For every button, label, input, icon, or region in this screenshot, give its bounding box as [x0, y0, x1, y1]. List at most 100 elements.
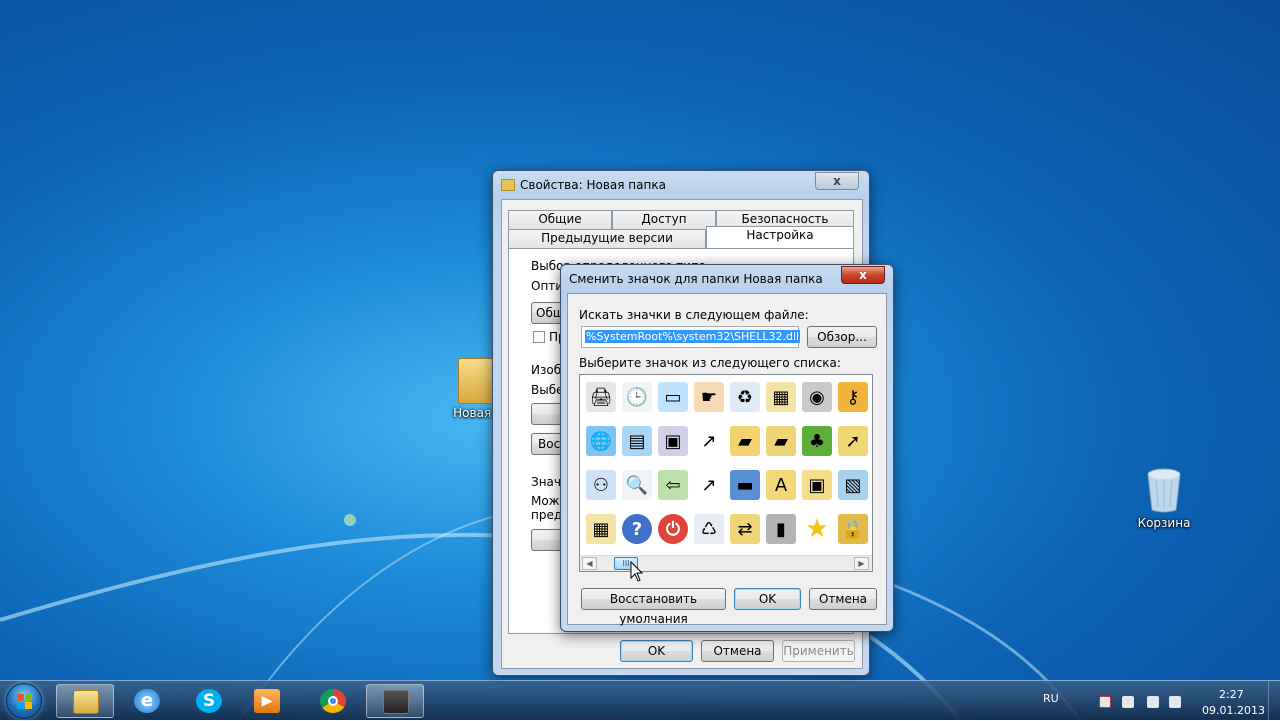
control-panel-icon: ▤: [622, 426, 652, 456]
taskbar: e S ▶ RU 2:27 09.01.2013: [0, 680, 1280, 721]
browse-button[interactable]: Обзор...: [807, 326, 877, 348]
folder-open-icon: ▰: [730, 426, 760, 456]
recycle-bin-shortcut[interactable]: Корзина: [1126, 466, 1202, 530]
icon-choice[interactable]: ▮: [763, 511, 799, 547]
icon-choice[interactable]: ♣: [799, 423, 835, 459]
taskbar-explorer[interactable]: [56, 684, 114, 718]
printer-icon: 🖨: [586, 382, 616, 412]
tab-customize[interactable]: Настройка: [706, 226, 854, 248]
icon-choice[interactable]: ☛: [691, 379, 727, 415]
start-button[interactable]: [6, 683, 42, 719]
properties-titlebar[interactable]: Свойства: Новая папка x: [493, 171, 869, 199]
recycle-bin-icon: [1147, 468, 1181, 513]
icon-choice[interactable]: ⇦: [655, 467, 691, 503]
ok-button[interactable]: OK: [734, 588, 801, 610]
apply-button[interactable]: Применить: [782, 640, 855, 662]
icon-choice[interactable]: ♺: [691, 511, 727, 547]
horizontal-scrollbar[interactable]: ◀ III ▶: [580, 555, 872, 571]
taskbar-hypercam[interactable]: [366, 684, 424, 718]
icon-choice[interactable]: 🔍: [619, 467, 655, 503]
cancel-button[interactable]: Отмена: [809, 588, 877, 610]
shortcut-overlay-icon: ↗: [694, 470, 724, 500]
tab-sharing[interactable]: Доступ: [612, 210, 716, 229]
icon-choice[interactable]: ▦: [763, 379, 799, 415]
explorer-icon: [73, 690, 99, 714]
icon-list[interactable]: 🖨 🕒 ▭ ☛ ♻ ▦ ◉ ⚷ 🌐 ▤ ▣ ↗ ▰ ▰ ♣ ➚ ⚇ 🔍 ⇦ ↗ ▬ A ▣ ▧ ▦? ⏻ ♺ ⇄ ▮ ★ 🔒 ◀ III ▶: [579, 374, 873, 572]
grid-folder-icon: ▦: [586, 514, 616, 544]
dialog-titlebar[interactable]: Сменить значок для папки Новая папка x: [561, 265, 893, 293]
help-icon: ?: [622, 514, 652, 544]
clock-date[interactable]: 09.01.2013: [1202, 704, 1265, 717]
icon-choice[interactable]: ◉: [799, 379, 835, 415]
show-desktop-button[interactable]: [1268, 681, 1280, 721]
icon-choice[interactable]: ▬: [727, 467, 763, 503]
power-icon: ⏻: [658, 514, 688, 544]
search-icon: 🔍: [622, 470, 652, 500]
restore-defaults-button[interactable]: Восстановить умолчания: [581, 588, 726, 626]
folder-icon: [501, 179, 515, 191]
monitor-icon: ▬: [730, 470, 760, 500]
icon-choice[interactable]: ▤: [619, 423, 655, 459]
taskbar-media-player[interactable]: ▶: [238, 684, 296, 718]
icon-choice[interactable]: 🖨: [583, 379, 619, 415]
icon-choice[interactable]: 🌐: [583, 423, 619, 459]
file-path-value: %SystemRoot%\system32\SHELL32.dll: [585, 330, 801, 343]
mouse-cursor-icon: [630, 561, 644, 582]
flag-icon[interactable]: [1099, 696, 1111, 708]
icon-choice[interactable]: A: [763, 467, 799, 503]
icon-choice[interactable]: ♻: [727, 379, 763, 415]
scroll-left-icon[interactable]: ◀: [582, 557, 597, 570]
icon-choice[interactable]: ▭: [655, 379, 691, 415]
window-title: Свойства: Новая папка: [520, 178, 666, 192]
icon-choice[interactable]: ▧: [835, 467, 871, 503]
icon-choice[interactable]: ▰: [763, 423, 799, 459]
chrome-icon: [320, 689, 346, 713]
tab-general[interactable]: Общие: [508, 210, 612, 229]
icon-choice[interactable]: ▰: [727, 423, 763, 459]
icon-choice[interactable]: ⚷: [835, 379, 871, 415]
clock-document-icon: 🕒: [622, 382, 652, 412]
tree-icon: ♣: [802, 426, 832, 456]
clock-time[interactable]: 2:27: [1219, 688, 1244, 701]
icon-choice[interactable]: ➚: [835, 423, 871, 459]
close-button[interactable]: x: [815, 172, 859, 190]
taskbar-internet-explorer[interactable]: e: [118, 684, 176, 718]
icon-choice[interactable]: ★: [799, 511, 835, 547]
cancel-button[interactable]: Отмена: [701, 640, 774, 662]
server-icon: ▮: [766, 514, 796, 544]
subfolders-checkbox[interactable]: [533, 331, 545, 343]
back-arrow-icon: ⇦: [658, 470, 688, 500]
icon-choice[interactable]: ↗: [691, 467, 727, 503]
window-icon: ▭: [658, 382, 688, 412]
icon-choice[interactable]: 🕒: [619, 379, 655, 415]
network-icon: ⚇: [586, 470, 616, 500]
grid-folder-icon: ▦: [766, 382, 796, 412]
network-icon[interactable]: [1147, 696, 1159, 708]
ok-button[interactable]: OK: [620, 640, 693, 662]
taskbar-chrome[interactable]: [304, 684, 362, 718]
hypercam-icon: [383, 690, 409, 714]
icon-choice[interactable]: ↗: [691, 423, 727, 459]
search-label: Искать значки в следующем файле:: [579, 308, 809, 322]
volume-icon[interactable]: [1169, 696, 1181, 708]
icon-choice[interactable]: ⚇: [583, 467, 619, 503]
tab-previous-versions[interactable]: Предыдущие версии: [508, 229, 706, 248]
icon-choice[interactable]: ▣: [799, 467, 835, 503]
internet-explorer-icon: e: [134, 689, 160, 713]
file-path-input[interactable]: %SystemRoot%\system32\SHELL32.dll: [581, 326, 801, 348]
icon-choice[interactable]: ⏻: [655, 511, 691, 547]
language-indicator[interactable]: RU: [1043, 692, 1059, 705]
icon-choice[interactable]: ⇄: [727, 511, 763, 547]
key-icon: ⚷: [838, 382, 868, 412]
cd-drive-icon: ◉: [802, 382, 832, 412]
icon-choice[interactable]: ▦: [583, 511, 619, 547]
list-label: Выберите значок из следующего списка:: [579, 356, 841, 370]
security-icon[interactable]: [1122, 696, 1134, 708]
icon-choice[interactable]: ▣: [655, 423, 691, 459]
close-button[interactable]: x: [841, 266, 885, 284]
icon-choice[interactable]: ?: [619, 511, 655, 547]
scroll-right-icon[interactable]: ▶: [854, 557, 869, 570]
taskbar-skype[interactable]: S: [180, 684, 238, 718]
icon-choice[interactable]: 🔒: [835, 511, 871, 547]
windows-logo-icon: [17, 694, 32, 709]
